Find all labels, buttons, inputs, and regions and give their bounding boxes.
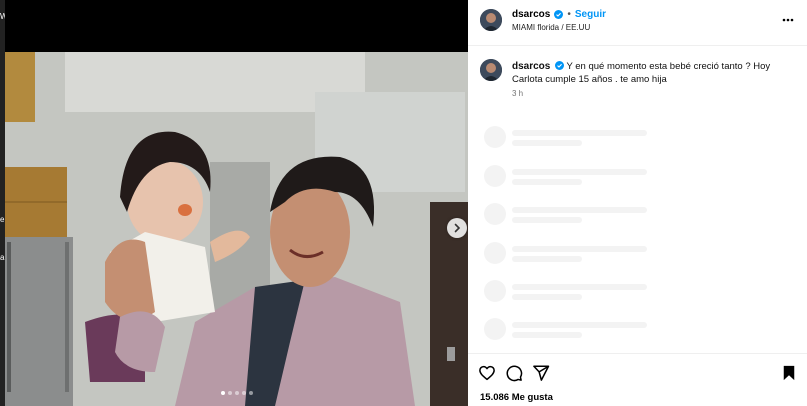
comment-skeleton — [484, 203, 804, 227]
skeleton-avatar — [484, 203, 506, 225]
photo-illustration — [5, 52, 468, 406]
caption-username[interactable]: dsarcos — [512, 61, 550, 72]
skeleton-avatar — [484, 126, 506, 148]
avatar-image — [480, 59, 502, 81]
comment-icon[interactable] — [505, 364, 523, 382]
follow-button[interactable]: Seguir — [575, 9, 606, 20]
caption-timestamp: 3 h — [512, 89, 524, 98]
comment-skeleton — [484, 165, 804, 189]
separator-dot: • — [567, 9, 571, 20]
skeleton-line — [512, 140, 582, 146]
comment-skeleton — [484, 242, 804, 266]
next-slide-button[interactable] — [447, 218, 467, 238]
skeleton-line — [512, 322, 647, 328]
caption-text: Y en qué momento esta bebé creció tanto … — [512, 61, 771, 85]
carousel-dot — [241, 391, 246, 395]
author-username[interactable]: dsarcos — [512, 9, 550, 20]
post-location[interactable]: MIAMI florida / EE.UU — [512, 23, 590, 32]
chevron-right-icon — [454, 223, 461, 233]
skeleton-line — [512, 294, 582, 300]
comment-skeleton — [484, 280, 804, 304]
post-actions-bar: 15.086 Me gusta — [468, 353, 807, 406]
skeleton-avatar — [484, 165, 506, 187]
comment-skeleton — [484, 318, 804, 342]
send-icon[interactable] — [532, 364, 550, 382]
post-media[interactable] — [5, 0, 468, 406]
skeleton-line — [512, 207, 647, 213]
bookmark-icon[interactable] — [780, 364, 798, 382]
skeleton-line — [512, 332, 582, 338]
carousel-dot — [227, 391, 232, 395]
background-text: e — [0, 215, 5, 224]
likes-count[interactable]: 15.086 Me gusta — [480, 392, 553, 403]
carousel-indicator — [5, 391, 468, 395]
skeleton-avatar — [484, 242, 506, 264]
skeleton-line — [512, 169, 647, 175]
verified-badge-icon — [555, 61, 564, 70]
avatar[interactable] — [480, 9, 502, 31]
post-details-panel: dsarcos • Seguir MIAMI florida / EE.UU d… — [468, 0, 807, 406]
skeleton-avatar — [484, 280, 506, 302]
skeleton-line — [512, 217, 582, 223]
carousel-dot — [220, 391, 225, 395]
carousel-dot — [234, 391, 239, 395]
more-options-icon[interactable] — [781, 14, 795, 26]
heart-icon[interactable] — [478, 364, 496, 382]
post-caption: dsarcos Y en qué momento esta bebé creci… — [512, 60, 802, 86]
skeleton-line — [512, 130, 647, 136]
comment-skeleton — [484, 126, 804, 150]
verified-badge-icon — [554, 10, 564, 19]
avatar-image — [480, 9, 502, 31]
post-photo — [5, 52, 468, 406]
background-text: a — [0, 253, 5, 262]
post-header: dsarcos • Seguir MIAMI florida / EE.UU — [468, 0, 807, 46]
avatar[interactable] — [480, 59, 502, 81]
carousel-dot — [248, 391, 253, 395]
skeleton-avatar — [484, 318, 506, 340]
skeleton-line — [512, 284, 647, 290]
skeleton-line — [512, 246, 647, 252]
instagram-post-view: W e a dsarcos • Seguir MIAMI florida / E… — [0, 0, 807, 406]
skeleton-line — [512, 179, 582, 185]
skeleton-line — [512, 256, 582, 262]
header-user-row: dsarcos • Seguir — [512, 9, 606, 20]
